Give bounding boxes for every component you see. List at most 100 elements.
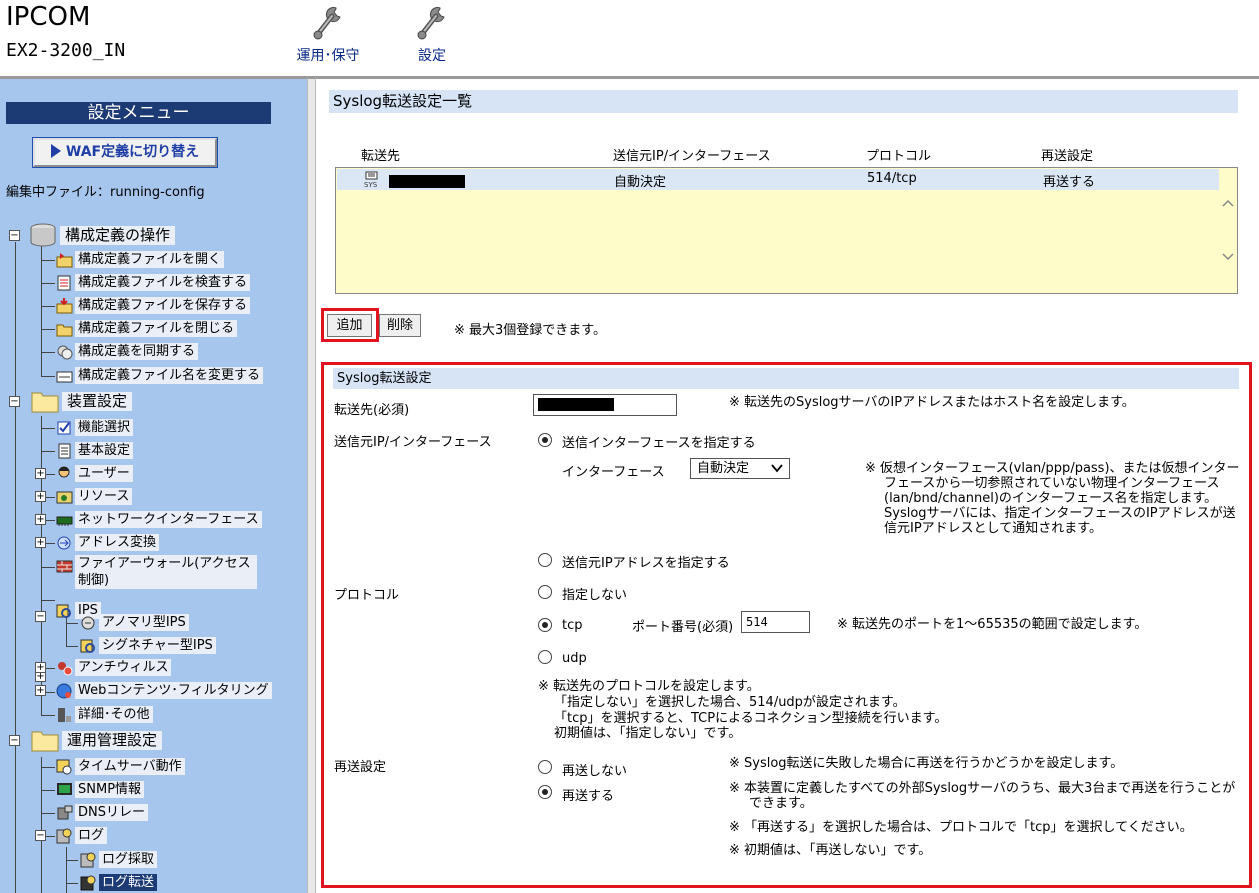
switch-to-waf-button[interactable]: WAF定義に切り替え [32, 137, 218, 168]
radio-resend-no[interactable] [538, 760, 552, 774]
radio-protocol-tcp[interactable] [538, 618, 552, 632]
tree-line [41, 757, 42, 893]
folder-save-icon [56, 297, 73, 313]
radio-source-ip[interactable] [538, 553, 552, 567]
protocol-label: プロトコル [334, 588, 400, 603]
tree-item-signature-ips[interactable]: シグネチャー型IPS [80, 637, 216, 657]
tree-label: ログ転送 [99, 874, 158, 891]
nav-settings[interactable]: 設定 [404, 4, 460, 65]
web-filter-icon [56, 683, 72, 698]
add-button[interactable]: 追加 [327, 314, 372, 337]
protocol-note-line-2: 「指定しない」を選択した場合、514/udpが設定されます。 [554, 695, 906, 710]
tree-item-resources[interactable]: リソース [56, 488, 133, 508]
pane-splitter[interactable] [307, 76, 316, 893]
folder-open-icon [56, 252, 73, 267]
tree-label: ログ [75, 827, 108, 844]
tree-item-log-collect[interactable]: ログ採取 [80, 851, 158, 871]
list-scrollbar[interactable] [1219, 168, 1237, 293]
tree-item-check-config[interactable]: 構成定義ファイルを検査する [56, 274, 251, 294]
collapse-toggle[interactable]: − [9, 230, 20, 241]
tree-item-save-config[interactable]: 構成定義ファイルを保存する [56, 297, 251, 317]
scroll-up-icon [1222, 199, 1234, 207]
syslog-forward-list: SYS 自動決定 514/tcp 再送する [335, 167, 1238, 294]
resend-label: 再送設定 [334, 760, 387, 775]
destination-label: 転送先(必須) [334, 403, 410, 418]
resend-note-line-4: ※ 「再送する」を選択した場合は、プロトコルで「tcp」を選択してください。 [729, 820, 1193, 835]
tree-item-address-translation[interactable]: アドレス変換 [56, 534, 160, 554]
scroll-down-icon [1222, 253, 1234, 261]
radio-source-interface[interactable] [538, 433, 552, 447]
tree-item-close-config[interactable]: 構成定義ファイルを閉じる [56, 320, 238, 340]
tree-item-details-other[interactable]: 詳細･その他 [56, 706, 153, 726]
expand-toggle[interactable]: + [35, 491, 46, 502]
tree-group-operation-settings[interactable]: 運用管理設定 [30, 728, 163, 752]
expand-toggle[interactable]: + [35, 662, 46, 673]
signature-ips-icon [80, 639, 95, 653]
port-input[interactable]: 514 [741, 611, 810, 633]
resend-note-line-5: ※ 初期値は、「再送しない」です。 [729, 843, 932, 858]
collapse-toggle[interactable]: − [9, 735, 20, 746]
radio-source-ip-label: 送信元IPアドレスを指定する [562, 556, 730, 571]
tree-label: DNSリレー [75, 804, 148, 821]
tree-group-config-ops[interactable]: 構成定義の操作 [28, 223, 176, 247]
database-icon [30, 223, 56, 247]
tree-item-function-select[interactable]: 機能選択 [56, 419, 134, 439]
tree-line [15, 242, 16, 737]
interface-label: インターフェース [562, 465, 665, 480]
checkbox-icon [57, 421, 71, 434]
collapse-toggle[interactable]: − [35, 611, 46, 622]
collapse-toggle[interactable]: − [9, 396, 20, 407]
antivirus-icon [58, 661, 73, 675]
radio-protocol-udp[interactable] [538, 650, 552, 664]
sync-icon [57, 345, 73, 359]
tree-item-time-server[interactable]: タイムサーバ動作 [56, 758, 185, 778]
tree-item-log-forward[interactable]: ログ転送 [80, 874, 158, 893]
tree-item-users[interactable]: ユーザー [56, 465, 133, 485]
tree-item-sync-config[interactable]: 構成定義を同期する [56, 343, 199, 363]
radio-protocol-none[interactable] [538, 585, 552, 599]
destination-input[interactable] [533, 394, 677, 416]
tree-item-firewall[interactable]: ファイアーウォール(アクセス制御) [56, 555, 257, 589]
tree-item-rename-config[interactable]: 構成定義ファイル名を変更する [56, 367, 264, 387]
expand-toggle[interactable]: + [35, 514, 46, 525]
tree-item-open-config[interactable]: 構成定義ファイルを開く [56, 251, 225, 271]
tree-item-basic-settings[interactable]: 基本設定 [56, 442, 134, 462]
port-label: ポート番号(必須) [632, 620, 734, 635]
nav-operations-maintenance[interactable]: 運用･保守 [288, 4, 368, 65]
tree-line [15, 742, 16, 893]
table-row[interactable]: SYS 自動決定 514/tcp 再送する [337, 169, 1219, 190]
radio-resend-yes[interactable] [538, 785, 552, 799]
expand-toggle[interactable]: + [35, 537, 46, 548]
tree-item-web-filtering[interactable]: Webコンテンツ･フィルタリング [56, 682, 272, 702]
address-translation-icon [57, 536, 71, 549]
tree-group-device-settings[interactable]: 装置設定 [30, 389, 133, 413]
tree-item-log[interactable]: ログ [56, 827, 108, 847]
collapse-toggle[interactable]: − [35, 830, 46, 841]
column-header-source: 送信元IP/インターフェース [613, 149, 771, 164]
tree-item-dns-relay[interactable]: DNSリレー [56, 804, 148, 824]
radio-source-interface-label: 送信インターフェースを指定する [562, 436, 756, 451]
interface-select[interactable]: 自動決定 [690, 458, 790, 479]
tree-label: 構成定義を同期する [75, 343, 199, 360]
source-cell: 自動決定 [614, 175, 667, 190]
tree-item-anomaly-ips[interactable]: アノマリ型IPS [80, 614, 189, 634]
column-header-resend: 再送設定 [1041, 149, 1094, 164]
form-title: Syslog転送設定 [333, 368, 1239, 389]
resend-note-line-2: ※ 本装置に定義したすべての外部Syslogサーバのうち、最大3台まで再送を行う… [729, 781, 1236, 796]
interface-note-line-1: ※ 仮想インターフェース(vlan/ppp/pass)、または仮想インター [865, 461, 1240, 476]
resource-icon [56, 491, 73, 503]
expand-toggle[interactable]: + [35, 685, 46, 696]
tree-label: アンチウィルス [75, 659, 172, 676]
expand-toggle[interactable]: + [35, 468, 46, 479]
play-icon [50, 144, 61, 158]
header: IPCOM EX2-3200_IN 運用･保守 設定 [0, 0, 1259, 76]
tree-item-antivirus[interactable]: アンチウィルス [56, 659, 172, 679]
tree-item-network-interface[interactable]: ネットワークインターフェース [56, 511, 262, 531]
delete-button[interactable]: 削除 [379, 314, 421, 337]
tree-label: 構成定義ファイルを閉じる [75, 320, 238, 337]
settings-menu-panel: 設定メニュー WAF定義に切り替え 編集中ファイル：running-config… [0, 76, 307, 893]
tree-line [66, 847, 67, 893]
list-title: Syslog転送設定一覧 [329, 90, 1238, 113]
tree-item-snmp[interactable]: SNMP情報 [56, 781, 145, 801]
tree-label: ファイアーウォール(アクセス制御) [75, 555, 257, 589]
